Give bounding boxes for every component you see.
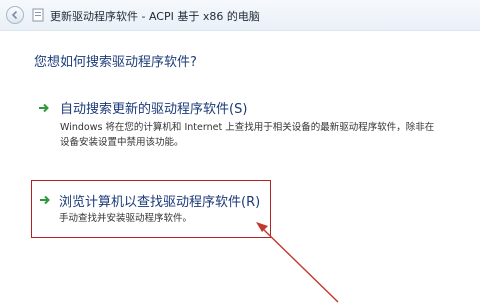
option-browse-computer[interactable]: 浏览计算机以查找驱动程序软件(R) 手动查找并安装驱动程序软件。	[31, 180, 271, 238]
option-auto-search-title: 自动搜索更新的驱动程序软件(S)	[60, 102, 248, 117]
green-arrow-icon	[39, 103, 49, 113]
update-driver-window: 更新驱动程序软件 - ACPI 基于 x86 的电脑 您想如何搜索驱动程序软件?…	[0, 0, 480, 304]
window-title: 更新驱动程序软件 - ACPI 基于 x86 的电脑	[50, 10, 260, 23]
search-question: 您想如何搜索驱动程序软件?	[34, 55, 197, 70]
back-arrow-icon	[11, 10, 18, 20]
option-browse-computer-title: 浏览计算机以查找驱动程序软件(R)	[59, 195, 261, 210]
option-auto-search[interactable]: 自动搜索更新的驱动程序软件(S) Windows 将在您的计算机和 Intern…	[32, 96, 444, 154]
green-arrow-icon	[40, 195, 50, 205]
option-browse-computer-description: 手动查找并安装驱动程序软件。	[59, 213, 193, 224]
title-bar: 更新驱动程序软件 - ACPI 基于 x86 的电脑	[0, 0, 480, 31]
option-auto-search-description: Windows 将在您的计算机和 Internet 上查找用于相关设备的最新驱动…	[60, 122, 435, 148]
back-button[interactable]	[6, 6, 24, 24]
document-icon	[32, 8, 44, 22]
